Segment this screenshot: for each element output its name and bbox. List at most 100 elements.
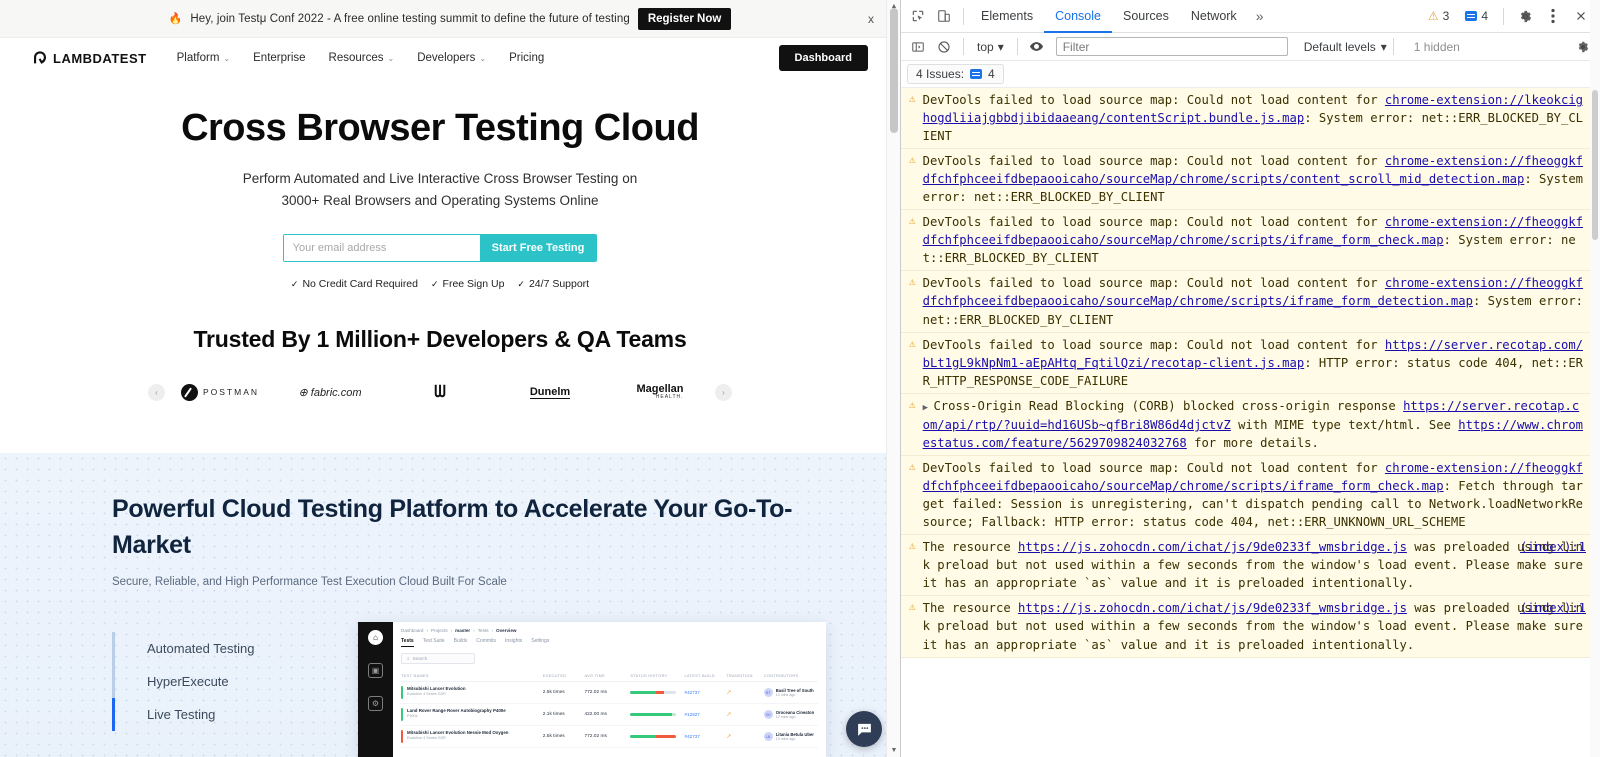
devtools-scrollbar[interactable] bbox=[1590, 0, 1600, 757]
breadcrumb-item: Dashboard bbox=[401, 628, 424, 633]
lambdatest-logo[interactable]: LAMBDATEST bbox=[32, 50, 147, 66]
hero-subtitle-line2: 3000+ Real Browsers and Operating System… bbox=[281, 193, 599, 209]
client-logo-unknown: ᗯ bbox=[385, 379, 495, 405]
check-icon: ✓ bbox=[517, 278, 525, 289]
section-heading: Powerful Cloud Testing Platform to Accel… bbox=[112, 495, 793, 560]
test-subtitle: P400e bbox=[407, 714, 418, 718]
kebab-menu-icon[interactable] bbox=[1540, 3, 1566, 29]
scroll-down-icon[interactable]: ▼ bbox=[887, 744, 900, 757]
issues-summary-button[interactable]: 4 Issues: 4 bbox=[907, 64, 1004, 84]
nav-item-resources[interactable]: Resources ⌄ bbox=[329, 52, 395, 64]
start-free-testing-button[interactable]: Start Free Testing bbox=[479, 235, 597, 262]
carousel-next-icon[interactable]: › bbox=[715, 383, 732, 401]
log-levels-selector[interactable]: Default levels ▾ bbox=[1304, 40, 1387, 54]
magellan-logo: Magellan HEALTH. bbox=[636, 384, 683, 400]
chevron-down-icon: ⌄ bbox=[479, 53, 487, 63]
nav-links: Platform ⌄ Enterprise Resources ⌄ Develo… bbox=[177, 52, 545, 64]
col-status-history: STATUS HISTORY bbox=[630, 670, 685, 682]
col-test-names: TEST NAMES bbox=[401, 670, 543, 682]
execution-context-selector[interactable]: top ▾ bbox=[970, 40, 1011, 54]
console-message[interactable]: ⚠ The resource https://js.zohocdn.com/ich… bbox=[901, 596, 1600, 658]
chat-widget-button[interactable] bbox=[846, 711, 882, 747]
screenshot-tab-builds: Builds bbox=[453, 638, 468, 644]
client-logo-postman: POSTMAN bbox=[165, 379, 275, 405]
test-name: Mitsubishi Lancer Evolution Nessie Mod O… bbox=[407, 730, 509, 735]
lambdatest-mark-icon bbox=[34, 51, 46, 64]
chevron-down-icon: ⌄ bbox=[387, 53, 395, 63]
screenshot-tab-test-suite: Test Suite bbox=[422, 638, 445, 644]
feature-tab-live-testing[interactable]: Live Testing bbox=[112, 697, 342, 731]
cell-avg-time: 772.02 ms bbox=[584, 681, 631, 704]
perk-item: ✓ Free Sign Up bbox=[431, 278, 504, 290]
status-bar bbox=[401, 686, 403, 699]
issues-count-label: 4 bbox=[1481, 9, 1488, 23]
clear-console-icon[interactable] bbox=[931, 34, 957, 60]
perk-label: No Credit Card Required bbox=[302, 278, 418, 291]
expand-triangle-icon[interactable]: ▶ bbox=[923, 403, 934, 413]
console-message[interactable]: ⚠ The resource https://js.zohocdn.com/ich… bbox=[901, 535, 1600, 597]
live-expression-eye-icon[interactable] bbox=[1024, 34, 1050, 60]
console-toolbar: top ▾ Default levels ▾ 1 hidden bbox=[901, 33, 1600, 61]
status-history-bar bbox=[630, 735, 677, 738]
page-scrollbar[interactable]: ▲ ▼ bbox=[886, 0, 900, 757]
devtools-scrollbar-thumb[interactable] bbox=[1592, 90, 1598, 240]
contributor: OC Oroceana Cineaton 12 mins ago bbox=[763, 710, 818, 719]
carousel-prev-icon[interactable]: ‹ bbox=[148, 383, 165, 401]
announcement-text: Hey, join Testμ Conf 2022 - A free onlin… bbox=[190, 12, 630, 25]
feature-tab-automated-testing[interactable]: Automated Testing bbox=[112, 631, 342, 665]
status-skip-seg bbox=[664, 691, 677, 694]
test-name: Land Rover Range Rover Autobiography P40… bbox=[407, 708, 506, 713]
gear-icon[interactable] bbox=[1512, 3, 1538, 29]
console-text-fragment: for more details. bbox=[1186, 436, 1319, 451]
perk-item: ✓ No Credit Card Required bbox=[291, 278, 418, 290]
contributor-time: 10 mins ago bbox=[775, 737, 796, 741]
console-text-fragment: DevTools failed to load source map: Coul… bbox=[922, 337, 1385, 352]
chevron-down-icon: ▾ bbox=[1380, 39, 1387, 54]
page-scrollbar-thumb[interactable] bbox=[890, 8, 898, 133]
email-input[interactable] bbox=[283, 235, 480, 262]
issues-count-chip[interactable]: 4 bbox=[1458, 6, 1495, 26]
nav-item-platform[interactable]: Platform ⌄ bbox=[177, 52, 231, 64]
console-message[interactable]: ⚠ DevTools failed to load source map: Cou… bbox=[901, 210, 1600, 272]
console-sidebar-toggle-icon[interactable] bbox=[905, 34, 931, 60]
console-message-list[interactable]: ⚠ DevTools failed to load source map: Cou… bbox=[901, 88, 1600, 757]
device-toolbar-icon[interactable] bbox=[931, 3, 957, 29]
console-source-link[interactable]: (index):1 bbox=[1520, 538, 1586, 556]
register-now-button[interactable]: Register Now bbox=[637, 7, 732, 30]
console-link[interactable]: https://js.zohocdn.com/ichat/js/9de0233f… bbox=[1018, 540, 1407, 554]
breadcrumb-item: Tests bbox=[477, 628, 489, 633]
console-message[interactable]: ⚠ DevTools failed to load source map: Cou… bbox=[901, 332, 1600, 394]
nav-item-developers[interactable]: Developers ⌄ bbox=[417, 52, 486, 64]
console-source-link[interactable]: (index):1 bbox=[1520, 599, 1586, 617]
cell-transition: ↗ bbox=[726, 725, 764, 748]
warning-count-chip[interactable]: ⚠ 3 bbox=[1421, 6, 1456, 26]
trusted-heading: Trusted By 1 Million+ Developers & QA Te… bbox=[193, 326, 687, 353]
cell-status-history bbox=[630, 725, 685, 748]
hero-subtitle: Perform Automated and Live Interactive C… bbox=[0, 168, 880, 213]
tab-console[interactable]: Console bbox=[1044, 0, 1112, 33]
console-message[interactable]: ⚠ DevTools failed to load source map: Cou… bbox=[901, 456, 1600, 536]
status-bar bbox=[401, 708, 403, 721]
console-message[interactable]: ⚠ DevTools failed to load source map: Cou… bbox=[901, 149, 1600, 211]
console-link[interactable]: https://js.zohocdn.com/ichat/js/9de0233f… bbox=[1018, 601, 1407, 615]
console-filter-input[interactable] bbox=[1055, 37, 1288, 56]
cell-latest-build: #42737 bbox=[684, 681, 727, 704]
warning-triangle-icon: ⚠ bbox=[909, 336, 916, 350]
status-pass-seg bbox=[630, 713, 672, 716]
inspect-element-icon[interactable] bbox=[905, 3, 931, 29]
tab-elements[interactable]: Elements bbox=[970, 0, 1044, 33]
nav-item-enterprise[interactable]: Enterprise bbox=[253, 52, 305, 64]
console-message[interactable]: ⚠ DevTools failed to load source map: Cou… bbox=[901, 271, 1600, 333]
warning-triangle-icon: ⚠ bbox=[909, 600, 916, 614]
cell-contributor: OC Oroceana Cineaton 12 mins ago bbox=[763, 703, 818, 726]
nav-item-pricing[interactable]: Pricing bbox=[509, 52, 544, 64]
console-message[interactable]: ⚠ ▶ Cross-Origin Read Blocking (CORB) blo… bbox=[901, 393, 1600, 457]
tab-network[interactable]: Network bbox=[1180, 0, 1248, 33]
close-icon[interactable]: x bbox=[868, 12, 874, 26]
feature-tab-hyperexecute[interactable]: HyperExecute bbox=[112, 664, 342, 698]
dashboard-button[interactable]: Dashboard bbox=[778, 45, 868, 71]
more-tabs-icon[interactable]: » bbox=[1248, 8, 1272, 24]
tab-sources[interactable]: Sources bbox=[1112, 0, 1180, 33]
console-message[interactable]: ⚠ DevTools failed to load source map: Cou… bbox=[901, 88, 1600, 150]
test-subtitle: Evolution 4 Series GSR bbox=[407, 736, 446, 740]
